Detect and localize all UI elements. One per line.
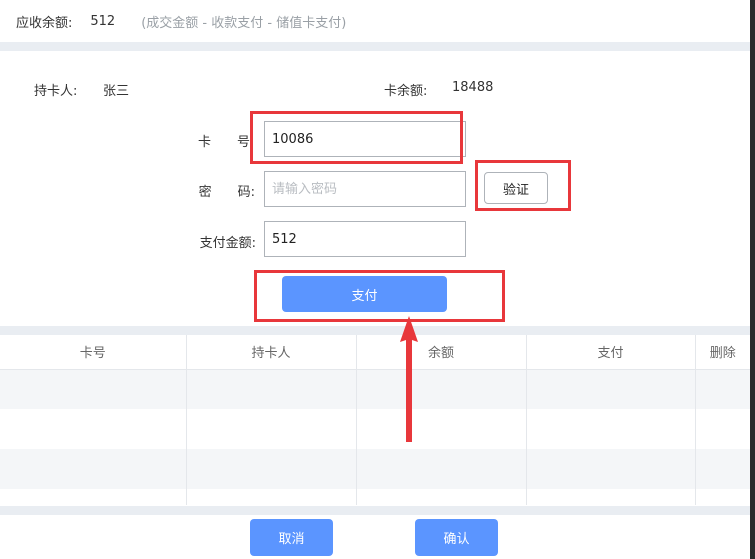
table-cell: [0, 449, 187, 489]
table-cell: [526, 449, 696, 489]
password-input[interactable]: [264, 171, 466, 207]
table-cell: [695, 489, 750, 505]
receivable-amount: 512: [90, 13, 116, 29]
table-cell: [186, 489, 357, 505]
table-cell: [526, 369, 696, 409]
column-card-number: 卡号: [0, 335, 187, 370]
column-payment: 支付: [526, 335, 696, 370]
pay-amount-label: 支付金额:: [199, 236, 256, 251]
top-separator: [0, 42, 750, 51]
holder-name: 张三: [103, 84, 130, 99]
table-cell: [526, 409, 696, 449]
window-edge: [750, 0, 755, 559]
table-cell: [695, 369, 750, 409]
table-cell: [0, 409, 187, 449]
card-info-row: 持卡人: 张三 卡余额: 18488: [0, 80, 750, 99]
table-row: [0, 489, 750, 505]
table-cell: [695, 409, 750, 449]
receivable-bar: 应收余额: 512 (成交金额 - 收款支付 - 储值卡支付): [0, 0, 755, 42]
table-cell: [356, 449, 527, 489]
table-cell: [356, 409, 527, 449]
payment-table: 卡号 持卡人 余额 支付 删除: [0, 335, 750, 505]
table-cell: [526, 489, 696, 505]
table-cell: [186, 449, 357, 489]
table-cell: [186, 369, 357, 409]
arrow-up-icon: [400, 316, 418, 442]
table-row: [0, 409, 750, 449]
table-cell: [186, 409, 357, 449]
column-holder: 持卡人: [186, 335, 357, 370]
password-label: 密 码:: [198, 185, 255, 200]
bottom-separator: [0, 506, 750, 515]
column-balance: 余额: [356, 335, 527, 370]
table-cell: [0, 369, 187, 409]
card-number-input[interactable]: [264, 121, 466, 157]
table-cell: [356, 369, 527, 409]
column-delete: 删除: [695, 335, 750, 370]
holder-label: 持卡人:: [34, 84, 78, 99]
receivable-hint: (成交金额 - 收款支付 - 储值卡支付): [141, 15, 347, 31]
card-number-label: 卡 号: [197, 135, 250, 150]
table-row: [0, 369, 750, 409]
pay-button[interactable]: 支付: [282, 276, 447, 312]
receivable-label: 应收余额:: [16, 15, 73, 31]
table-cell: [0, 489, 187, 505]
confirm-button[interactable]: 确认: [415, 519, 498, 556]
table-cell: [356, 489, 527, 505]
pay-amount-input[interactable]: [264, 221, 466, 257]
table-cell: [695, 449, 750, 489]
middle-separator: [0, 326, 750, 335]
table-header-row: 卡号 持卡人 余额 支付 删除: [0, 335, 750, 370]
cancel-button[interactable]: 取消: [250, 519, 333, 556]
balance-value: 18488: [452, 80, 494, 95]
balance-label: 卡余额:: [384, 84, 428, 99]
verify-button[interactable]: 验证: [484, 172, 548, 204]
table-row: [0, 449, 750, 489]
